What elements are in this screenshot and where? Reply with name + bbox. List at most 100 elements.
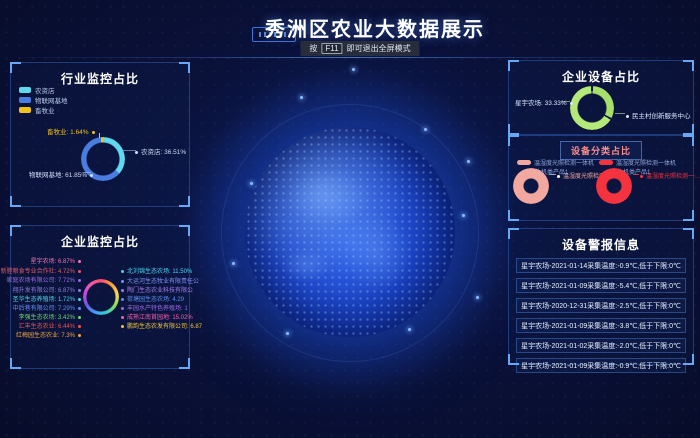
pie-callout: 温湿度光照检测一… xyxy=(640,171,700,180)
particle-dot xyxy=(232,262,235,265)
alarm-row: 星宇农场-2021-01-02采集温度:-2.0℃,低于下限:0℃ xyxy=(516,338,686,353)
corner-accent xyxy=(683,354,694,365)
legend-swatch xyxy=(19,107,31,113)
particle-dot xyxy=(352,68,355,71)
legend-label: 温湿度光照检测一体机 xyxy=(534,158,594,167)
pie-callout: 新塍粮食专业合作社: 4.72% xyxy=(1,266,81,275)
f11-key-badge: F11 xyxy=(321,43,342,54)
pie-callout: 星宇农场: 33.33% xyxy=(515,97,573,107)
corner-accent xyxy=(508,228,519,239)
pie-callout: 民主村创新服务中心 xyxy=(626,110,691,120)
leader-line xyxy=(83,172,91,173)
legend-swatch xyxy=(19,87,31,93)
leader-line xyxy=(615,113,625,114)
corner-accent xyxy=(683,210,694,221)
panel-device-class: 设备分类占比 温湿度光照检测一体机 一体机类产品1 温湿度光照检测一… 温湿度光… xyxy=(508,135,694,221)
alarm-row: 星宇农场-2021-01-14采集温度:-0.9℃,低于下限:0℃ xyxy=(516,258,686,273)
corner-accent xyxy=(10,225,21,236)
legend-item: 温湿度光照检测一体机 xyxy=(599,158,676,167)
leader-line xyxy=(123,150,136,151)
corner-accent xyxy=(179,62,190,73)
particle-dot xyxy=(408,328,411,331)
panel-alarm-info: 设备警报信息 星宇农场-2021-01-14采集温度:-0.9℃,低于下限:0℃… xyxy=(508,228,694,365)
page-title: 秀洲区农业大数据展示 xyxy=(265,13,485,42)
particle-dot xyxy=(462,214,465,217)
corner-accent xyxy=(683,60,694,71)
panel-enterprise-ratio: 企业监控占比 星宇农场: 6.87% 新塍粮食专业合作社: 4.72% 家庭农场… xyxy=(10,225,190,369)
particle-dot xyxy=(424,128,427,131)
industry-legend: 农资店 物联网基地 畜牧业 xyxy=(19,85,68,115)
alarm-row: 星宇农场-2021-01-09采集温度:-3.8℃,低于下限:0℃ xyxy=(516,318,686,333)
pie-callout: 家庭农场有限公司: 7.72% xyxy=(7,275,81,284)
pie-callout: 红梅园生态农业: 7.3% xyxy=(16,330,81,339)
corner-accent xyxy=(10,358,21,369)
globe xyxy=(245,127,455,337)
pie-callout: 丰园水产特色养殖场: 1 xyxy=(121,303,188,312)
device-class-donut-right xyxy=(596,168,632,204)
alarm-row: 星宇农场-2021-01-09采集温度:-5.4℃,低于下限:0℃ xyxy=(516,278,686,293)
pie-callout: 北刘锦生态农场: 11.50% xyxy=(121,266,192,275)
dashboard: 秀洲区农业大数据展示 按 F11 即可退出全屏模式 行业监控占比 农资店 物联网… xyxy=(0,0,700,438)
panel-device-ratio: 企业设备占比 星宇农场: 33.33% 民主村创新服务中心 xyxy=(508,60,694,135)
fullscreen-hint: 按 F11 即可退出全屏模式 xyxy=(300,41,419,56)
particle-dot xyxy=(286,332,289,335)
hint-prefix: 按 xyxy=(309,43,317,54)
particle-dot xyxy=(300,96,303,99)
pie-callout: 农资店: 36.51% xyxy=(135,146,186,156)
alarm-list: 星宇农场-2021-01-14采集温度:-0.9℃,低于下限:0℃ 星宇农场-2… xyxy=(509,258,693,373)
leader-line xyxy=(99,133,100,138)
alarm-row: 星宇农场-2021-01-09采集温度:-0.9℃,低于下限:0℃ xyxy=(516,358,686,373)
pie-callout: 陶门生态农业科技有限公 xyxy=(121,285,193,294)
pie-callout: 大运河生态牧业有限责任公 xyxy=(121,276,199,285)
device-ratio-donut-chart xyxy=(570,86,614,130)
corner-accent xyxy=(508,354,519,365)
corner-accent xyxy=(179,225,190,236)
panel-title: 企业设备占比 xyxy=(509,61,693,85)
legend-item: 畜牧业 xyxy=(19,105,68,115)
legend-item: 物联网基地 xyxy=(19,95,68,105)
pie-callout: 物联网基地: 61.85% xyxy=(29,169,93,179)
corner-accent xyxy=(179,196,190,207)
legend-swatch xyxy=(19,97,31,103)
globe-dot-texture xyxy=(245,127,455,337)
leader-line xyxy=(549,174,556,175)
legend-item: 农资店 xyxy=(19,85,68,95)
pie-callout: 荷塘园生态农场: 4.29 xyxy=(121,294,184,303)
particle-dot xyxy=(250,182,253,185)
legend-label: 畜牧业 xyxy=(35,105,55,115)
corner-accent xyxy=(683,228,694,239)
legend-label: 物联网基地 xyxy=(35,95,68,105)
legend-item: 温湿度光照检测一体机 xyxy=(517,158,594,167)
panel-title: 设备警报信息 xyxy=(509,229,693,253)
pie-callout: 星宇农场: 6.87% xyxy=(31,256,81,265)
pie-callout: 鹏韵生态农发有限公司: 6.87 xyxy=(121,321,202,330)
device-class-donut-left xyxy=(513,168,549,204)
panel-title: 行业监控占比 xyxy=(11,63,189,87)
corner-accent xyxy=(508,60,519,71)
pie-callout: 中后巷有限公司: 7.29% xyxy=(13,303,81,312)
enterprise-donut-chart xyxy=(83,279,119,315)
hint-suffix: 即可退出全屏模式 xyxy=(347,43,411,54)
corner-accent xyxy=(683,124,694,135)
panel-industry-ratio: 行业监控占比 农资店 物联网基地 畜牧业 畜牧业: 1.64% 农资店: 36.… xyxy=(10,62,190,207)
legend-label: 温湿度光照检测一体机 xyxy=(616,158,676,167)
legend-swatch xyxy=(599,160,613,165)
legend-label: 农资店 xyxy=(35,85,55,95)
panel-title: 企业监控占比 xyxy=(11,226,189,250)
header-divider xyxy=(0,57,700,58)
corner-accent xyxy=(508,135,519,146)
corner-accent xyxy=(683,135,694,146)
pie-callout: 畜牧业: 1.64% xyxy=(47,126,95,136)
corner-accent xyxy=(179,358,190,369)
pie-callout: 翔升发有限公司: 6.87% xyxy=(13,285,81,294)
leader-line xyxy=(633,174,639,175)
alarm-row: 星宇农场-2020-12-31采集温度:-2.5℃,低于下限:0℃ xyxy=(516,298,686,313)
pie-callout: 圣华生态养殖场: 1.72% xyxy=(13,294,81,303)
particle-dot xyxy=(467,160,470,163)
leader-line xyxy=(562,101,570,102)
particle-dot xyxy=(476,296,479,299)
corner-accent xyxy=(508,210,519,221)
corner-accent xyxy=(10,62,21,73)
corner-accent xyxy=(508,124,519,135)
corner-accent xyxy=(10,196,21,207)
